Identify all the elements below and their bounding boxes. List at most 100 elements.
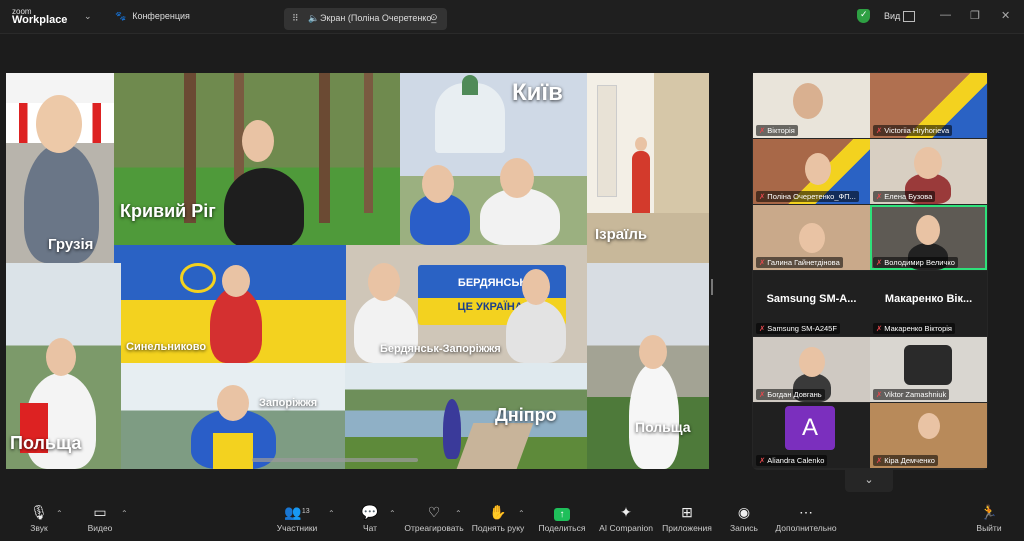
participant-gallery: ✗ Вікторія ✗ Victoriia Hryhorieva ✗ Поліна … [752,72,988,470]
mic-muted-icon: ✗ [759,456,766,465]
leave-button[interactable]: 🏃 Выйти [950,503,1024,533]
participant-tile[interactable]: ✗ Богдан Довгань [753,337,870,402]
face [500,158,534,198]
person [629,363,679,469]
label-poland-right: Польща [635,419,691,435]
person [506,300,566,363]
participant-display-name: Samsung SM-A... [766,293,857,305]
face [422,165,454,203]
tile-berdiansk: БЕРДЯНСЬК ЦЕ УКРАЇНА! Бердянськ-Запоріжж… [346,245,587,363]
face [916,215,940,245]
participant-name: Поліна Очеретенко_ФП... [767,192,856,201]
mic-muted-icon: ✗ [876,258,883,267]
face [46,338,76,376]
participant-tile[interactable]: Samsung SM-A... ✗ Samsung SM-A245F [753,271,870,336]
label-berdiansk: Бердянськ-Запоріжжя [380,343,501,355]
avatar: A [785,406,835,450]
view-button[interactable]: Вид [884,11,900,21]
chevron-down-icon[interactable]: ⌄ [84,11,92,22]
mic-muted-icon: ✗ [759,390,766,399]
video-options-caret[interactable]: ⌃ [121,509,128,518]
tile-poland-left: Польща [6,263,121,469]
tile-georgia: Грузія [6,73,114,263]
participant-tile[interactable]: ✗ Вікторія [753,73,870,138]
participant-tile[interactable]: A ✗ Aliandra Calenko [753,403,870,468]
participant-name: Богдан Довгань [767,390,822,399]
view-grid-icon[interactable] [903,11,915,22]
face [918,413,940,439]
face [222,265,250,297]
exit-icon: 🏃 [980,504,998,520]
participants-button[interactable]: 👥13 Участники [258,503,336,533]
participant-tile[interactable]: ✗ Кіра Демченко [870,403,987,468]
face [36,95,82,153]
accordion-image [904,345,952,385]
label-kryvyi-rih: Кривий Ріг [120,201,216,221]
participant-name: Viktor Zamashniuk [884,390,947,399]
more-label: Дополнительно [775,523,837,533]
tile-poland-right: Польща [587,263,709,469]
participant-tile[interactable]: ✗ Viktor Zamashniuk [870,337,987,402]
participant-tile[interactable]: ✗ Галина Гайнетдінова [753,205,870,270]
title-bar: zoom Workplace ⌄ 🐾 Конференция ⠿ 🔈 Экран … [0,0,1024,34]
face [793,83,823,119]
paw-icon: 🐾 [115,11,127,21]
security-shield-icon[interactable] [857,9,870,23]
tile-kyiv: Київ [400,73,587,245]
participant-name: Галина Гайнетдінова [767,258,840,267]
meeting-toolbar: 🎙 Звук ⌃ ▭ Видео ⌃ 👥13 Участники ⌃ 💬 Чат… [0,499,1024,541]
participants-label: Участники [276,523,318,533]
label-zaporizhzhia: Запоріжжя [259,397,318,409]
person [210,287,262,363]
leave-label: Выйти [976,523,1002,533]
resize-handle[interactable] [711,279,713,295]
restore-icon[interactable]: ❐ [970,9,980,22]
participant-name: Aliandra Calenko [767,456,825,465]
more-icon[interactable]: ⊙ [430,12,438,23]
share-tab[interactable]: ⠿ 🔈 Экран (Поліна Очеретенко_ ⊙ [284,8,447,30]
meeting-title[interactable]: 🐾 Конференция [115,11,190,22]
label-israel: Ізраїль [595,226,648,243]
tile-zaporizhzhia: Запоріжжя [121,363,345,469]
label-poland-left: Польща [10,433,82,453]
tile-israel: Ізраїль [587,73,709,263]
zoom-logo[interactable]: zoom Workplace [12,7,68,26]
close-icon[interactable]: ✕ [1001,9,1010,22]
video-label: Видео [87,523,113,533]
shared-screen[interactable]: Грузія Кривий Ріг Київ Ізраїль Синельник… [6,73,709,469]
participant-tile-active-speaker[interactable]: ✗ Володимир Величко [870,205,987,270]
mic-muted-icon: ✗ [759,192,766,201]
more-icon: ⋯ [799,504,813,520]
mic-muted-icon: ✗ [759,126,766,135]
mic-muted-icon: ✗ [876,456,883,465]
grip-icon: ⠿ [292,13,299,23]
speaker-icon: 🔈 [308,13,320,23]
person [632,151,650,221]
label-georgia: Грузія [48,236,94,253]
participants-icon: 👥13 [284,504,310,520]
brand-bottom: Workplace [12,14,68,26]
face [914,147,942,179]
slide-scrollbar[interactable] [252,458,418,462]
video-button[interactable]: ▭ Видео [61,503,139,533]
tile-dnipro: Дніпро [345,363,587,469]
mic-muted-icon: ✗ [876,126,883,135]
participant-name: Елена Бузова [884,192,933,201]
face [799,347,825,377]
face [522,269,550,305]
minimize-icon[interactable]: — [940,9,951,21]
label-synelnykove: Синельниково [126,341,207,353]
participant-name: Вікторія [767,126,795,135]
participant-name: Кіра Демченко [884,456,935,465]
face [805,153,831,185]
participant-tile[interactable]: ✗ Поліна Очеретенко_ФП... [753,139,870,204]
participant-tile[interactable]: ✗ Victoriia Hryhorieva [870,73,987,138]
participant-tile[interactable]: ✗ Елена Бузова [870,139,987,204]
tile-synelnykove: Синельниково [114,245,346,363]
face [639,335,667,369]
participant-tile[interactable]: Макаренко Вік... ✗ Макаренко Вікторія [870,271,987,336]
person [224,168,304,245]
more-button[interactable]: ⋯ Дополнительно [767,503,845,533]
gallery-next-page-button[interactable]: ⌄ [845,470,893,492]
mic-muted-icon: ✗ [876,324,883,333]
